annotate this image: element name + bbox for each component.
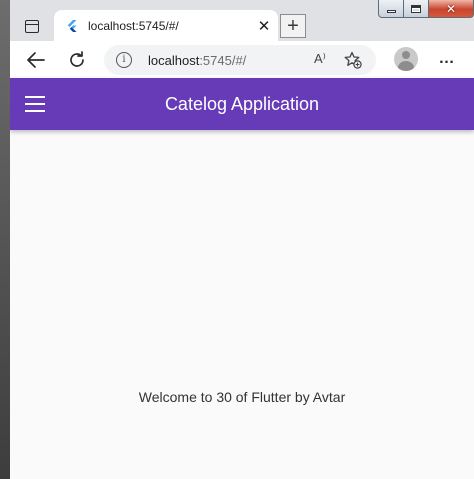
minimize-icon bbox=[386, 10, 396, 13]
maximize-icon bbox=[411, 4, 421, 13]
url-text[interactable]: localhost:5745/#/ bbox=[148, 53, 246, 68]
browser-toolbar: i localhost:5745/#/ A⁾ … bbox=[10, 41, 474, 78]
tab-actions-button[interactable] bbox=[21, 15, 43, 37]
tab-close-icon[interactable]: ✕ bbox=[254, 16, 274, 36]
new-tab-button[interactable]: + bbox=[280, 14, 306, 38]
browser-window: localhost:5745/#/ ✕ + ✕ i localhost:5745… bbox=[10, 0, 474, 479]
close-window-button[interactable]: ✕ bbox=[429, 0, 474, 18]
welcome-text: Welcome to 30 of Flutter by Avtar bbox=[138, 389, 346, 405]
more-options-icon[interactable]: … bbox=[435, 47, 459, 71]
tab-title: localhost:5745/#/ bbox=[88, 18, 179, 33]
refresh-icon bbox=[70, 51, 84, 67]
refresh-button[interactable] bbox=[64, 47, 90, 73]
window-caption-buttons: ✕ bbox=[378, 0, 474, 18]
back-button[interactable] bbox=[23, 47, 49, 73]
browser-tab[interactable]: localhost:5745/#/ ✕ bbox=[54, 10, 278, 41]
avatar-head bbox=[402, 51, 410, 59]
close-icon: ✕ bbox=[445, 1, 457, 16]
page-viewport: Catelog Application Welcome to 30 of Flu… bbox=[10, 78, 474, 479]
profile-avatar[interactable] bbox=[394, 47, 418, 71]
flutter-logo-icon bbox=[67, 19, 77, 32]
url-path: :5745/#/ bbox=[199, 53, 247, 68]
app-bar: Catelog Application bbox=[10, 78, 474, 130]
site-info-icon[interactable]: i bbox=[116, 52, 132, 68]
read-aloud-icon[interactable]: A⁾ bbox=[314, 51, 326, 67]
minimize-button[interactable] bbox=[378, 0, 404, 18]
address-bar[interactable]: i localhost:5745/#/ A⁾ bbox=[104, 45, 376, 75]
tab-strip: localhost:5745/#/ ✕ + ✕ bbox=[10, 0, 474, 41]
url-host: localhost bbox=[148, 53, 200, 68]
tab-actions-icon bbox=[25, 19, 39, 33]
back-arrow-icon bbox=[27, 52, 45, 68]
desktop-background bbox=[0, 0, 10, 479]
app-title: Catelog Application bbox=[164, 94, 320, 114]
add-favorite-icon[interactable] bbox=[344, 51, 362, 69]
maximize-button[interactable] bbox=[404, 0, 429, 18]
avatar-body bbox=[398, 61, 414, 71]
